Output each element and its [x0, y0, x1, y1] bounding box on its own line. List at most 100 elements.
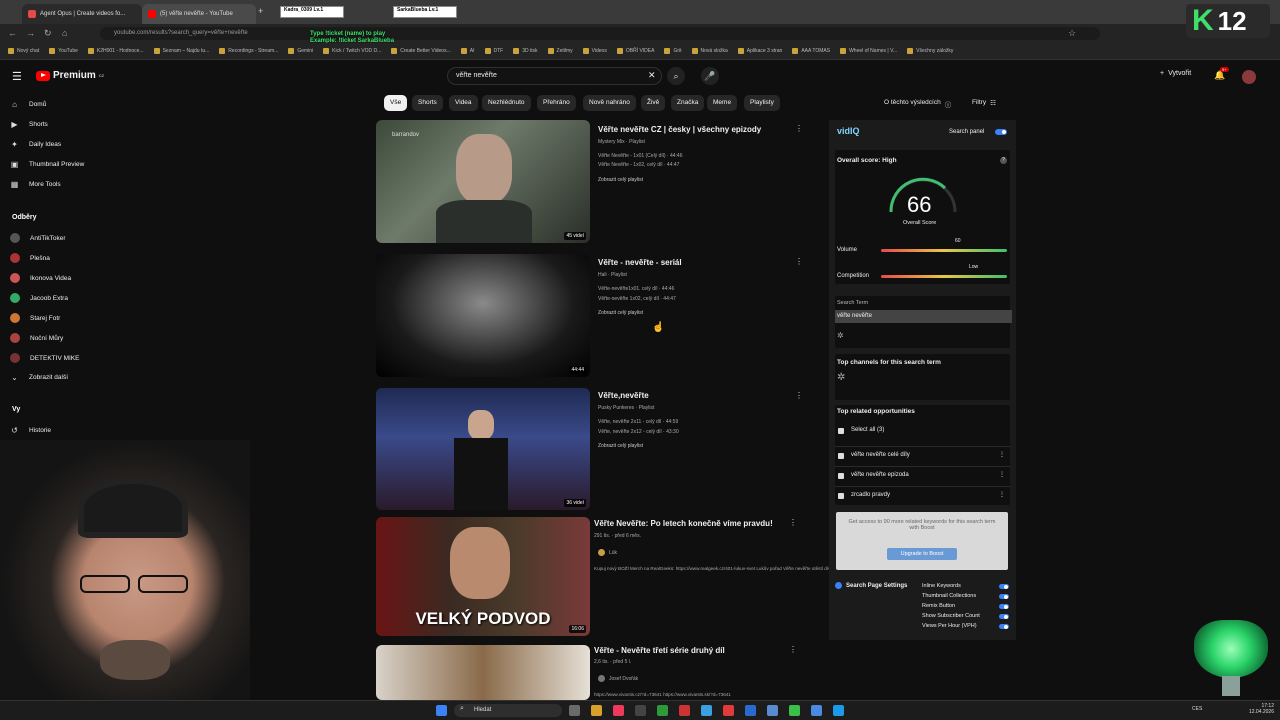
keyword-row[interactable]: věřte nevěřte epizoda ⋮	[835, 466, 1010, 482]
about-results[interactable]: O těchto výsledcích ⓘ	[884, 99, 951, 109]
playlist-item[interactable]: Věřte, nevěřte 2x11 - celý díl · 44:59	[598, 419, 678, 425]
more-options-icon[interactable]: ⋮	[795, 257, 803, 266]
bookmark-item[interactable]: Nová složka	[691, 48, 728, 54]
subscription-item[interactable]: ⌄ Zobrazit další	[10, 373, 68, 382]
keyboard-language[interactable]: CES	[1192, 706, 1202, 712]
subscription-item[interactable]: Noční Můry	[10, 333, 63, 343]
subscription-item[interactable]: DETEKTIV MIKE	[10, 353, 79, 363]
voice-search-button[interactable]: 🎤	[701, 67, 719, 85]
sidebar-item[interactable]: ⌂ Domů	[10, 100, 46, 109]
setting-toggle[interactable]	[999, 614, 1009, 619]
back-icon[interactable]: ←	[8, 28, 17, 38]
keyword-checkbox[interactable]	[838, 493, 844, 499]
more-options-icon[interactable]: ⋮	[795, 391, 803, 400]
taskbar-app-icon[interactable]	[679, 705, 690, 716]
more-options-icon[interactable]: ⋮	[795, 124, 803, 133]
bookmark-item[interactable]: OBŘÍ VIDEA	[616, 48, 654, 54]
keyword-row[interactable]: věřte nevěřte celé díly ⋮	[835, 446, 1010, 462]
keyword-checkbox[interactable]	[838, 473, 844, 479]
filter-chip[interactable]: Nově nahráno	[583, 95, 636, 111]
bookmark-item[interactable]: Grit	[664, 48, 682, 54]
playlist-item[interactable]: Věřte-nevěřte 1x02, celý díl · 44:47	[598, 296, 676, 302]
result-title[interactable]: Věřte Nevěřte: Po letech konečně víme pr…	[594, 519, 773, 528]
subscription-item[interactable]: Ikonova Videa	[10, 273, 71, 283]
setting-toggle[interactable]	[999, 594, 1009, 599]
bookmark-item[interactable]: Videos	[582, 48, 607, 54]
more-options-icon[interactable]: ⋮	[789, 518, 797, 527]
more-options-icon[interactable]: ⋮	[789, 645, 797, 654]
url-field[interactable]: youtube.com/results?search_query=věřte+n…	[100, 27, 1100, 40]
playlist-item[interactable]: Věřte Nevěřte - 1x01 (Celý díl) · 44:46	[598, 153, 682, 159]
taskbar-app-icon[interactable]	[767, 705, 778, 716]
select-all-checkbox[interactable]	[838, 428, 844, 434]
bookmark-item[interactable]: DTF	[484, 48, 503, 54]
view-playlist-link[interactable]: Zobrazit celý playlist	[598, 443, 643, 449]
result-channel[interactable]: Hali · Playlist	[598, 272, 627, 278]
result-thumbnail[interactable]	[376, 645, 590, 700]
bookmark-item[interactable]: K2H001 - Hodnoce...	[87, 48, 144, 54]
filter-chip[interactable]: Značka	[671, 95, 705, 111]
setting-toggle[interactable]	[999, 624, 1009, 629]
sidebar-item[interactable]: ▶ Shorts	[10, 120, 47, 129]
star-icon[interactable]: ☆	[1068, 28, 1076, 39]
create-button[interactable]: + Vytvořit	[1160, 70, 1191, 77]
help-icon[interactable]: ?	[1000, 157, 1007, 164]
playlist-item[interactable]: Věřte, nevěřte 2x12 - celý díl · 43:30	[598, 429, 679, 435]
taskbar-app-icon[interactable]	[701, 705, 712, 716]
result-author[interactable]: Lúk	[598, 549, 617, 556]
filters-button[interactable]: Filtry ☷	[972, 99, 996, 107]
tab-youtube[interactable]: (5) věřte nevěřte - YouTube	[142, 4, 256, 24]
filter-chip[interactable]: Shorts	[412, 95, 443, 111]
bookmark-item[interactable]: Wheel of Names | V...	[840, 48, 897, 54]
windows-start-icon[interactable]	[436, 705, 447, 716]
you-heading[interactable]: Vy	[12, 406, 20, 413]
taskbar-app-icon[interactable]	[591, 705, 602, 716]
tab-agent-opus[interactable]: Agent Opus | Create videos fo...	[22, 4, 142, 24]
taskbar-app-icon[interactable]	[613, 705, 624, 716]
subscription-item[interactable]: Starej Fotr	[10, 313, 60, 323]
bookmark-item[interactable]: Kick / Twitch VOD D...	[323, 48, 381, 54]
taskbar-app-icon[interactable]	[635, 705, 646, 716]
filter-chip[interactable]: Playlisty	[744, 95, 780, 111]
bookmark-item[interactable]: Aplikace 3 stran	[737, 48, 782, 54]
account-avatar[interactable]	[1242, 70, 1256, 84]
search-button[interactable]: ⌕	[667, 67, 685, 85]
taskbar-app-icon[interactable]	[811, 705, 822, 716]
search-input[interactable]: věřte nevěřte	[447, 67, 662, 85]
result-thumbnail[interactable]: barrandov 45 videí	[376, 120, 590, 243]
result-channel[interactable]: Mystery Mix · Playlist	[598, 139, 645, 145]
filter-chip[interactable]: Živě	[641, 95, 666, 111]
taskbar-app-icon[interactable]	[789, 705, 800, 716]
reload-icon[interactable]: ↻	[44, 28, 52, 39]
taskbar-app-icon[interactable]	[657, 705, 668, 716]
result-title[interactable]: Věřte - nevěřte - seriál	[598, 258, 682, 267]
taskbar-app-icon[interactable]	[745, 705, 756, 716]
search-panel-toggle[interactable]	[995, 129, 1007, 135]
taskbar-app-icon[interactable]	[569, 705, 580, 716]
bookmark-item[interactable]: Create Better Videos...	[391, 48, 451, 54]
forward-icon[interactable]: →	[26, 28, 35, 38]
bookmark-item[interactable]: Gemini	[288, 48, 313, 54]
playlist-item[interactable]: Věřte Nevěřte - 1x02, celý díl · 44:47	[598, 162, 679, 168]
more-options-icon[interactable]: ⋮	[999, 451, 1005, 458]
filter-chip[interactable]: Videa	[449, 95, 478, 111]
subscriptions-heading[interactable]: Odběry	[12, 214, 37, 221]
filter-chip[interactable]: Přehráno	[537, 95, 576, 111]
bookmark-item[interactable]: AI	[460, 48, 475, 54]
upgrade-button[interactable]: Upgrade to Boost	[887, 548, 957, 560]
view-playlist-link[interactable]: Zobrazit celý playlist	[598, 177, 643, 183]
bookmark-item[interactable]: AAA TOMAS	[792, 48, 830, 54]
bookmark-item[interactable]: YouTube	[49, 48, 78, 54]
result-title[interactable]: Věřte nevěřte CZ | česky | všechny epizo…	[598, 125, 761, 134]
more-options-icon[interactable]: ⋮	[999, 491, 1005, 498]
new-tab-icon[interactable]: +	[258, 6, 263, 16]
sidebar-item[interactable]: ▦ More Tools	[10, 180, 61, 189]
result-title[interactable]: Věřte - Nevěřte třetí série druhý díl	[594, 646, 725, 655]
filter-chip[interactable]: Nezhlédnuto	[482, 95, 531, 111]
sidebar-item[interactable]: ▣ Thumbnail Preview	[10, 160, 85, 169]
library-item[interactable]: ↺ Historie	[10, 426, 51, 435]
bookmark-item[interactable]: 3D tisk	[513, 48, 538, 54]
clock[interactable]: 17:12 12.04.2026	[1240, 703, 1274, 715]
subscription-item[interactable]: AntiTikToker	[10, 233, 66, 243]
taskbar-search[interactable]: Hledat	[454, 704, 562, 717]
